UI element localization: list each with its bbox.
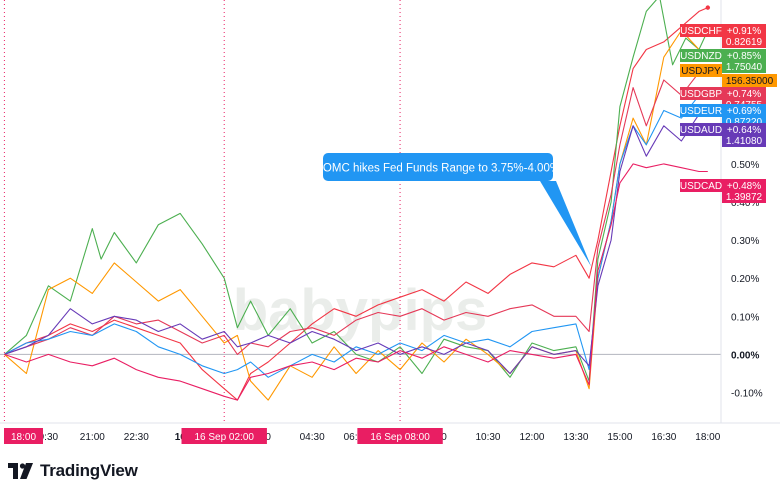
symbol-labels: USDCHF +0.91%0.82619 USDNZD +0.85%1.75040 US… [680,24,777,203]
annotation-pointer [540,181,592,267]
change-usdchf: +0.91% [727,26,761,37]
x-tick-label: 22:30 [124,432,149,443]
change-usdcad: +0.48% [727,181,761,192]
price-chart[interactable]: babypips FOMC hikes Fed Funds Range to 3… [0,0,780,455]
y-tick-label: 0.00% [731,350,759,361]
change-usdnzd: +0.85% [727,51,761,62]
change-usdaud: +0.64% [727,125,761,136]
fomc-annotation[interactable]: FOMC hikes Fed Funds Range to 3.75%-4.00… [316,153,592,267]
symbol-name-usdaud: USDAUD [680,125,722,136]
watermark-text: babypips [233,278,488,343]
symbol-name-usdeur: USDEUR [680,106,722,117]
tradingview-brand: TradingView [40,461,138,480]
x-tick-label: 10:30 [475,432,500,443]
symbol-name-usdgbp: USDGBP [680,89,723,100]
y-tick-label: -0.10% [731,389,763,400]
symbol-name-usdchf: USDCHF [680,26,722,37]
x-tick-label: 12:00 [519,432,544,443]
time-highlight-label: 16 Sep 08:00 [370,432,430,443]
change-usdgbp: +0.74% [727,89,761,100]
x-tick-label: 13:30 [563,432,588,443]
time-highlight-label: 18:00 [11,432,36,443]
x-tick-label: 15:00 [607,432,632,443]
footer: TradingView [8,459,138,483]
annotation-text: FOMC hikes Fed Funds Range to 3.75%-4.00… [316,163,560,175]
time-axis-highlights: 18:00 16 Sep 02:00 16 Sep 08:00 [4,428,443,444]
tradingview-logo-icon [8,463,33,479]
price-usdchf: 0.82619 [726,37,763,48]
x-tick-label: 16:30 [651,432,676,443]
symbol-name-usdjpy: USDJPY [681,66,721,77]
y-tick-label: 0.30% [731,236,759,247]
price-usdnzd: 1.75040 [726,62,763,73]
price-usdjpy: 156.35000 [726,76,774,87]
time-highlight-label: 16 Sep 02:00 [194,432,254,443]
price-usdaud: 1.41080 [726,136,763,147]
y-tick-label: 0.50% [731,160,759,171]
x-tick-label: 04:30 [300,432,325,443]
symbol-name-usdnzd: USDNZD [680,51,722,62]
x-tick-label: 18:00 [695,432,720,443]
y-tick-label: 0.20% [731,274,759,285]
x-tick-label: 21:00 [80,432,105,443]
symbol-name-usdcad: USDCAD [680,181,722,192]
last-price-dot [705,5,711,10]
change-usdeur: +0.69% [727,106,761,117]
price-usdcad: 1.39872 [726,192,763,203]
y-tick-label: 0.10% [731,312,759,323]
